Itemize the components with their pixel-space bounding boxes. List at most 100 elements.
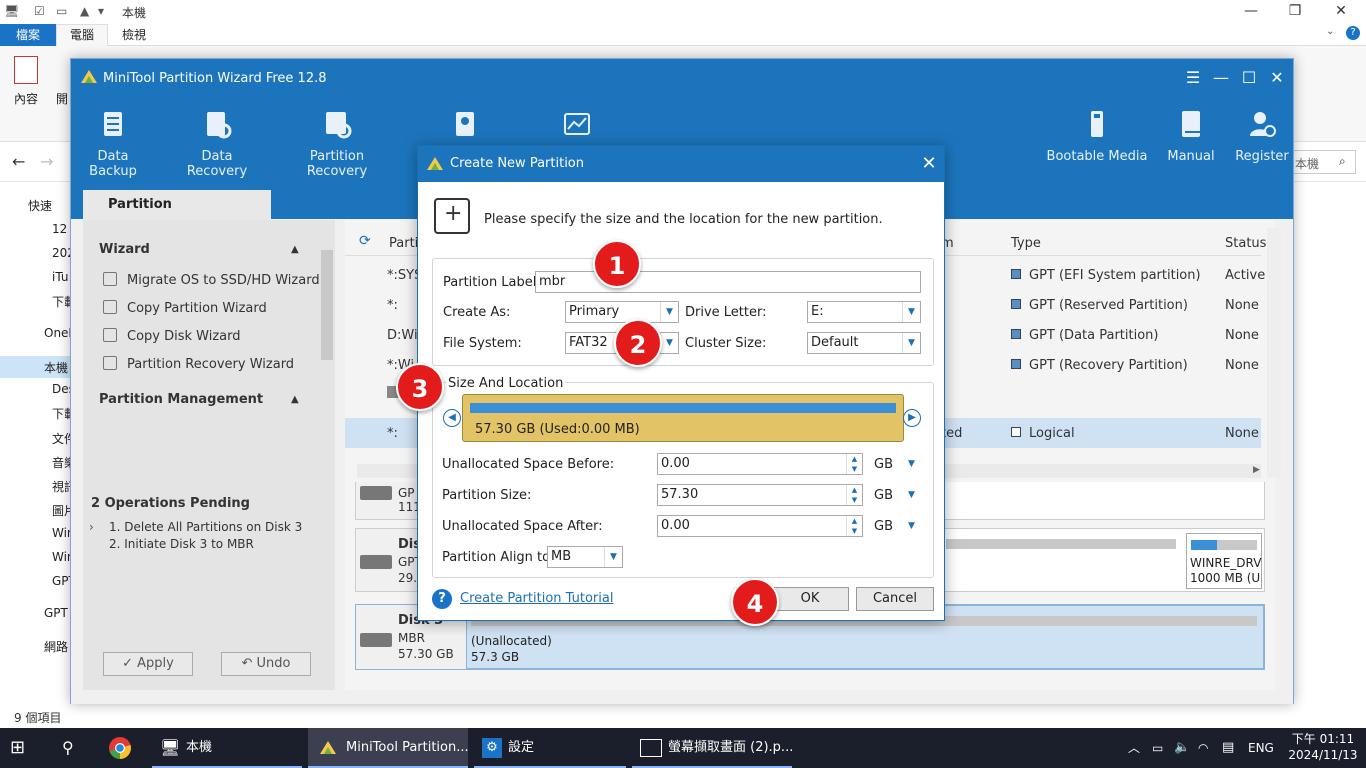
manual-button[interactable]: Manual [1163, 109, 1219, 179]
help-icon[interactable]: ? [1346, 26, 1360, 40]
close-icon[interactable]: ✕ [916, 151, 942, 177]
nav-documents[interactable]: 文件 [52, 430, 72, 447]
tab-computer[interactable]: 電腦 [56, 24, 108, 46]
stepper-icon[interactable]: ▲ ▼ [846, 485, 862, 505]
collapse-icon[interactable]: ▲ [291, 244, 299, 255]
partition-label-input[interactable]: mbr [535, 271, 921, 293]
data-backup-button[interactable]: Data Backup [75, 109, 151, 179]
nav-quick-access[interactable]: 快速 [28, 197, 72, 214]
tutorial-link[interactable]: Create Partition Tutorial [460, 591, 613, 606]
create-as-select[interactable]: Primary ▼ [565, 301, 679, 323]
volume-icon[interactable]: 🔈 [1174, 728, 1190, 768]
register-button[interactable]: Register [1231, 109, 1293, 179]
ribbon-expand-icon[interactable]: ⌄ [1326, 26, 1334, 37]
chevron-down-icon[interactable]: ▼ [902, 333, 920, 353]
partition-recovery-button[interactable]: Partition Recovery [281, 109, 393, 179]
taskbar-item-settings[interactable]: ⚙ 設定 [474, 728, 626, 768]
scrollbar-thumb[interactable] [321, 250, 333, 360]
menu-icon[interactable]: ☰ [1179, 67, 1207, 89]
language-indicator[interactable]: ENG [1248, 728, 1274, 768]
customize-quick-icon[interactable]: ▾ [98, 4, 104, 18]
nav-network[interactable]: 網路 [44, 638, 72, 655]
collapse-icon[interactable]: ▲ [291, 394, 299, 405]
nav-drive[interactable]: GPT [44, 606, 72, 620]
search-icon[interactable]: ⚲ [62, 728, 84, 768]
nav-downloads[interactable]: 下載 [52, 293, 72, 310]
partition-location-bar[interactable]: 57.30 GB (Used:0.00 MB) [462, 394, 904, 442]
properties-icon[interactable] [14, 56, 38, 84]
new-folder-quick-icon[interactable]: ▭ [56, 4, 67, 18]
pending-operation[interactable]: 1. Delete All Partitions on Disk 3 [109, 520, 302, 534]
maximize-icon[interactable]: ☐ [1235, 67, 1263, 89]
unallocated-after-input[interactable]: 0.00 ▲ ▼ [657, 515, 863, 537]
search-icon[interactable]: ⌕ [1339, 154, 1346, 169]
help-icon[interactable]: ? [432, 589, 452, 609]
search-box[interactable]: 本機 ⌕ [1290, 150, 1356, 174]
chevron-down-icon[interactable]: ▼ [604, 547, 622, 567]
computer-icon[interactable]: 🖥 [4, 4, 19, 18]
nav-folder[interactable]: iTu [52, 270, 72, 284]
cancel-button[interactable]: Cancel [856, 587, 934, 611]
cluster-size-select[interactable]: Default ▼ [807, 332, 921, 354]
stepper-icon[interactable]: ▲ ▼ [846, 516, 862, 536]
chevron-down-icon[interactable]: ▼ [660, 333, 678, 353]
nav-drive[interactable]: Win [52, 550, 72, 564]
nav-folder[interactable]: 12 [52, 222, 72, 236]
nav-music[interactable]: 音樂 [52, 454, 72, 471]
vertical-scrollbar[interactable] [1267, 228, 1281, 478]
tab-file[interactable]: 檔案 [0, 24, 56, 46]
unit-dropdown-icon[interactable]: ▼ [908, 459, 915, 469]
minimize-icon[interactable]: — [1207, 67, 1235, 89]
undo-button[interactable]: ↶ Undo [221, 652, 311, 676]
wizard-copy-disk[interactable]: Copy Disk Wizard [103, 328, 241, 344]
partition-align-select[interactable]: MB ▼ [547, 546, 623, 568]
ribbon-properties-label[interactable]: 內容 [14, 90, 38, 107]
drive-letter-select[interactable]: E: ▼ [807, 301, 921, 323]
close-icon[interactable]: ✕ [1263, 67, 1291, 89]
unit-dropdown-icon[interactable]: ▼ [908, 521, 915, 531]
stepper-icon[interactable]: ▲ ▼ [846, 454, 862, 474]
wizard-partition-recovery[interactable]: Partition Recovery Wizard [103, 356, 294, 372]
chevron-down-icon[interactable]: ▼ [902, 302, 920, 322]
nav-onedrive[interactable]: OneD [44, 326, 72, 340]
nav-downloads[interactable]: 下載 [52, 405, 72, 422]
wizard-copy-partition[interactable]: Copy Partition Wizard [103, 300, 267, 316]
battery-icon[interactable]: ▭ [1152, 728, 1163, 768]
partition-size-input[interactable]: 57.30 ▲ ▼ [657, 484, 863, 506]
wizard-header[interactable]: Wizard [99, 242, 150, 257]
nav-this-pc[interactable]: 本機 [0, 356, 72, 378]
forward-icon[interactable]: → [40, 152, 53, 171]
taskbar-item-minitool[interactable]: MiniTool Partition... [308, 728, 469, 768]
restore-icon[interactable]: ❐ [1272, 0, 1318, 24]
properties-quick-icon[interactable]: ☑ [34, 4, 45, 18]
col-status[interactable]: Status [1225, 236, 1266, 251]
data-recovery-button[interactable]: Data Recovery [171, 109, 263, 179]
wifi-icon[interactable]: ◠ [1198, 728, 1208, 768]
unit-dropdown-icon[interactable]: ▼ [908, 490, 915, 500]
close-icon[interactable]: ✕ [1318, 0, 1364, 24]
ok-button[interactable]: OK [771, 587, 849, 611]
chevron-up-icon[interactable]: ︿ [1128, 728, 1140, 768]
chevron-right-icon[interactable]: ▶ [903, 409, 921, 427]
nav-desktop[interactable]: Des [52, 382, 72, 396]
clock[interactable]: 下午 01:11 2024/11/13 [1286, 731, 1360, 763]
undo-quick-icon[interactable]: ▲ [80, 4, 89, 18]
wizard-migrate-os[interactable]: Migrate OS to SSD/HD Wizard [103, 272, 320, 288]
chevron-right-icon[interactable]: › [89, 520, 94, 534]
partition-management-header[interactable]: Partition Management [99, 392, 263, 407]
start-icon[interactable]: ⊞ [10, 728, 38, 768]
taskbar-item-this-pc[interactable]: 🖥 本機 [152, 728, 302, 768]
nav-videos[interactable]: 視訊 [52, 478, 72, 495]
col-type[interactable]: Type [1011, 236, 1041, 251]
bootable-media-button[interactable]: Bootable Media [1045, 109, 1149, 179]
unallocated-before-input[interactable]: 0.00 ▲ ▼ [657, 453, 863, 475]
ribbon-open-label[interactable]: 開 [56, 90, 68, 107]
nav-pictures[interactable]: 圖片 [52, 502, 72, 519]
chevron-down-icon[interactable]: ▼ [660, 302, 678, 322]
taskbar-item-screenshot[interactable]: 螢幕擷取畫面 (2).p... [632, 728, 793, 768]
refresh-icon[interactable]: ⟳ [359, 233, 371, 249]
pending-operation[interactable]: 2. Initiate Disk 3 to MBR [109, 537, 254, 551]
tab-partition-management[interactable]: Partition Management [83, 190, 271, 242]
scroll-right-icon[interactable]: ▶ [1253, 465, 1260, 475]
chevron-left-icon[interactable]: ◀ [443, 409, 461, 427]
